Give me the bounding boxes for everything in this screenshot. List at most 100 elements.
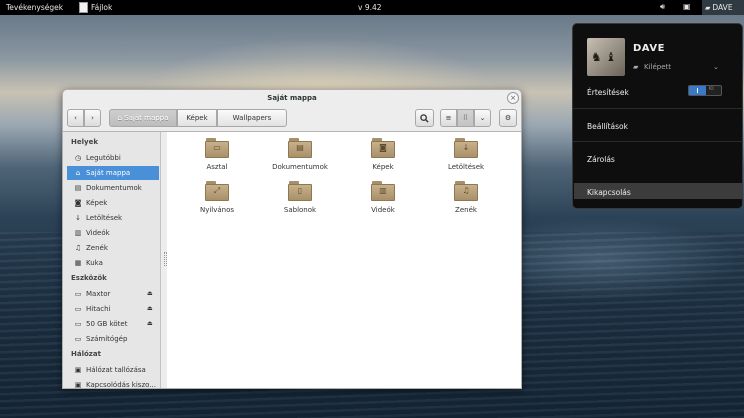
folder-icon: ▥ [371,181,395,201]
toggle-off-label: KI [709,86,714,92]
sidebar-item-computer[interactable]: ▭ Számítógép [67,332,159,346]
toolbar: ‹ › ⌂ Saját mappa Képek Wallpapers ≡ ⠿ ⌄… [63,106,521,130]
file-manager-window: Saját mappa × ‹ › ⌂ Saját mappa Képek Wa… [62,89,522,389]
file-item-desktop[interactable]: ▭ Asztal [177,138,257,178]
server-icon: ▣ [74,381,82,389]
sidebar-item-recent[interactable]: ◷ Legutóbbi [67,151,159,165]
forward-button[interactable]: › [84,109,101,127]
file-item-pictures[interactable]: ◙ Képek [343,138,423,178]
file-item-music[interactable]: ♫ Zenék [426,181,506,221]
sidebar-item-connect-server[interactable]: ▣ Kapcsolódás kiszo... [67,378,159,389]
grid-view-icon: ⠿ [462,114,469,122]
sidebar-item-browse-network[interactable]: ▣ Hálózat tallózása [67,363,159,377]
film-icon: ▥ [379,186,387,195]
close-icon[interactable]: × [507,92,519,104]
volume-icon[interactable]: 🔊︎ [660,2,665,12]
file-item-videos[interactable]: ▥ Videók [343,181,423,221]
app-menu-label: Fájlok [91,3,113,12]
sidebar-item-label: 50 GB kötet [86,320,128,328]
sidebar-item-maxtor[interactable]: ▭ Maxtor ⏏ [67,287,159,301]
file-label: Sablonok [283,206,317,214]
sidebar-header-devices: Eszközök [71,274,107,282]
user-name-label: DAVE [712,3,733,12]
home-icon: ⌂ [75,169,81,177]
sidebar-item-label: Hitachi [86,305,111,313]
sidebar-item-videos[interactable]: ▥ Videók [67,226,159,240]
sidebar-item-documents[interactable]: ▤ Dokumentumok [67,181,159,195]
file-view: ▭ Asztal ▤ Dokumentumok ◙ Képek ↓ Letölt… [167,132,521,388]
sidebar-item-label: Videók [86,229,110,237]
sidebar-item-label: Kapcsolódás kiszo... [86,381,156,389]
top-bar: Tevékenységek Fájlok v 9.42 🔊︎ ▣ ▰ DAVE [0,0,744,15]
eject-icon[interactable]: ⏏ [147,302,153,316]
desktop-icon: ▭ [213,143,221,152]
search-icon [420,114,429,123]
file-label: Nyilvános [199,206,235,214]
document-icon: ▤ [74,184,82,192]
sidebar-item-label: Hálózat tallózása [86,366,146,374]
list-view-button[interactable]: ≡ [440,109,457,127]
file-item-templates[interactable]: ▯ Sablonok [260,181,340,221]
sidebar-item-label: Kuka [86,259,103,267]
file-label: Zenék [455,206,477,214]
settings-button[interactable]: ⚙ [499,109,517,127]
menu-item-settings[interactable]: Beállítások [587,122,628,131]
files-app-icon [79,2,88,13]
menu-item-lock[interactable]: Zárolás [587,155,615,164]
download-icon: ↓ [462,143,470,152]
sidebar-item-downloads[interactable]: ↓ Letöltések [67,211,159,225]
eject-icon[interactable]: ⏏ [147,287,153,301]
path-home-button[interactable]: ⌂ Saját mappa [109,109,177,127]
folder-icon: ▤ [288,138,312,158]
notifications-toggle[interactable]: KI [688,85,722,96]
sidebar-item-music[interactable]: ♫ Zenék [67,241,159,255]
activities-button[interactable]: Tevékenységek [6,3,63,12]
menu-separator [573,108,743,109]
path-pictures-button[interactable]: Képek [177,109,217,127]
search-button[interactable] [415,109,434,127]
sidebar-item-label: Dokumentumok [86,184,142,192]
sidebar-item-label: Maxtor [86,290,111,298]
back-button[interactable]: ‹ [67,109,84,127]
sidebar-header-places: Helyek [71,138,98,146]
sidebar-item-pictures[interactable]: ◙ Képek [67,196,159,210]
grid-view-button[interactable]: ⠿ [457,109,474,127]
eject-icon[interactable]: ⏏ [147,317,153,331]
user-menu: DAVE ▰ Kilépett ⌄ Értesítések KI Beállít… [572,23,743,209]
user-menu-button[interactable]: ▰ DAVE [702,0,744,15]
template-icon: ▯ [297,186,303,195]
clock-icon: ◷ [74,154,82,162]
document-icon: ▤ [296,143,304,152]
menu-item-power-off[interactable]: Kikapcsolás [587,188,631,197]
window-body: Helyek ◷ Legutóbbi ⌂ Saját mappa ▤ Dokument… [63,131,521,389]
sidebar-item-label: Letöltések [86,214,123,222]
folder-icon: ↓ [454,138,478,158]
file-item-documents[interactable]: ▤ Dokumentumok [260,138,340,178]
chevron-down-icon[interactable]: ⌄ [713,63,719,71]
menu-separator [573,141,743,142]
share-icon: ⤢ [213,186,221,195]
avatar [587,38,625,76]
drive-icon: ▭ [74,335,82,343]
file-label: Képek [372,163,394,171]
status-selector[interactable]: Kilépett [644,63,671,71]
clock[interactable]: v 9.42 [358,3,382,12]
sidebar-item-home[interactable]: ⌂ Saját mappa [67,166,159,180]
file-item-downloads[interactable]: ↓ Letöltések [426,138,506,178]
sidebar-item-trash[interactable]: ▦ Kuka [67,256,159,270]
camera-icon: ◙ [74,199,82,207]
view-options-button[interactable]: ⌄ [474,109,491,127]
network-icon[interactable]: ▣ [683,2,691,11]
sidebar-item-50gb-volume[interactable]: ▭ 50 GB kötet ⏏ [67,317,159,331]
path-wallpapers-button[interactable]: Wallpapers [217,109,287,127]
file-item-public[interactable]: ⤢ Nyilvános [177,181,257,221]
gear-icon: ⚙ [504,114,512,122]
app-menu[interactable]: Fájlok [79,0,112,15]
folder-icon: ◙ [371,138,395,158]
file-label: Dokumentumok [272,163,328,171]
music-icon: ♫ [74,244,82,252]
sidebar-item-label: Zenék [86,244,108,252]
download-icon: ↓ [75,214,81,222]
sidebar-item-hitachi[interactable]: ▭ Hitachi ⏏ [67,302,159,316]
path-home-label: Saját mappa [124,114,169,122]
